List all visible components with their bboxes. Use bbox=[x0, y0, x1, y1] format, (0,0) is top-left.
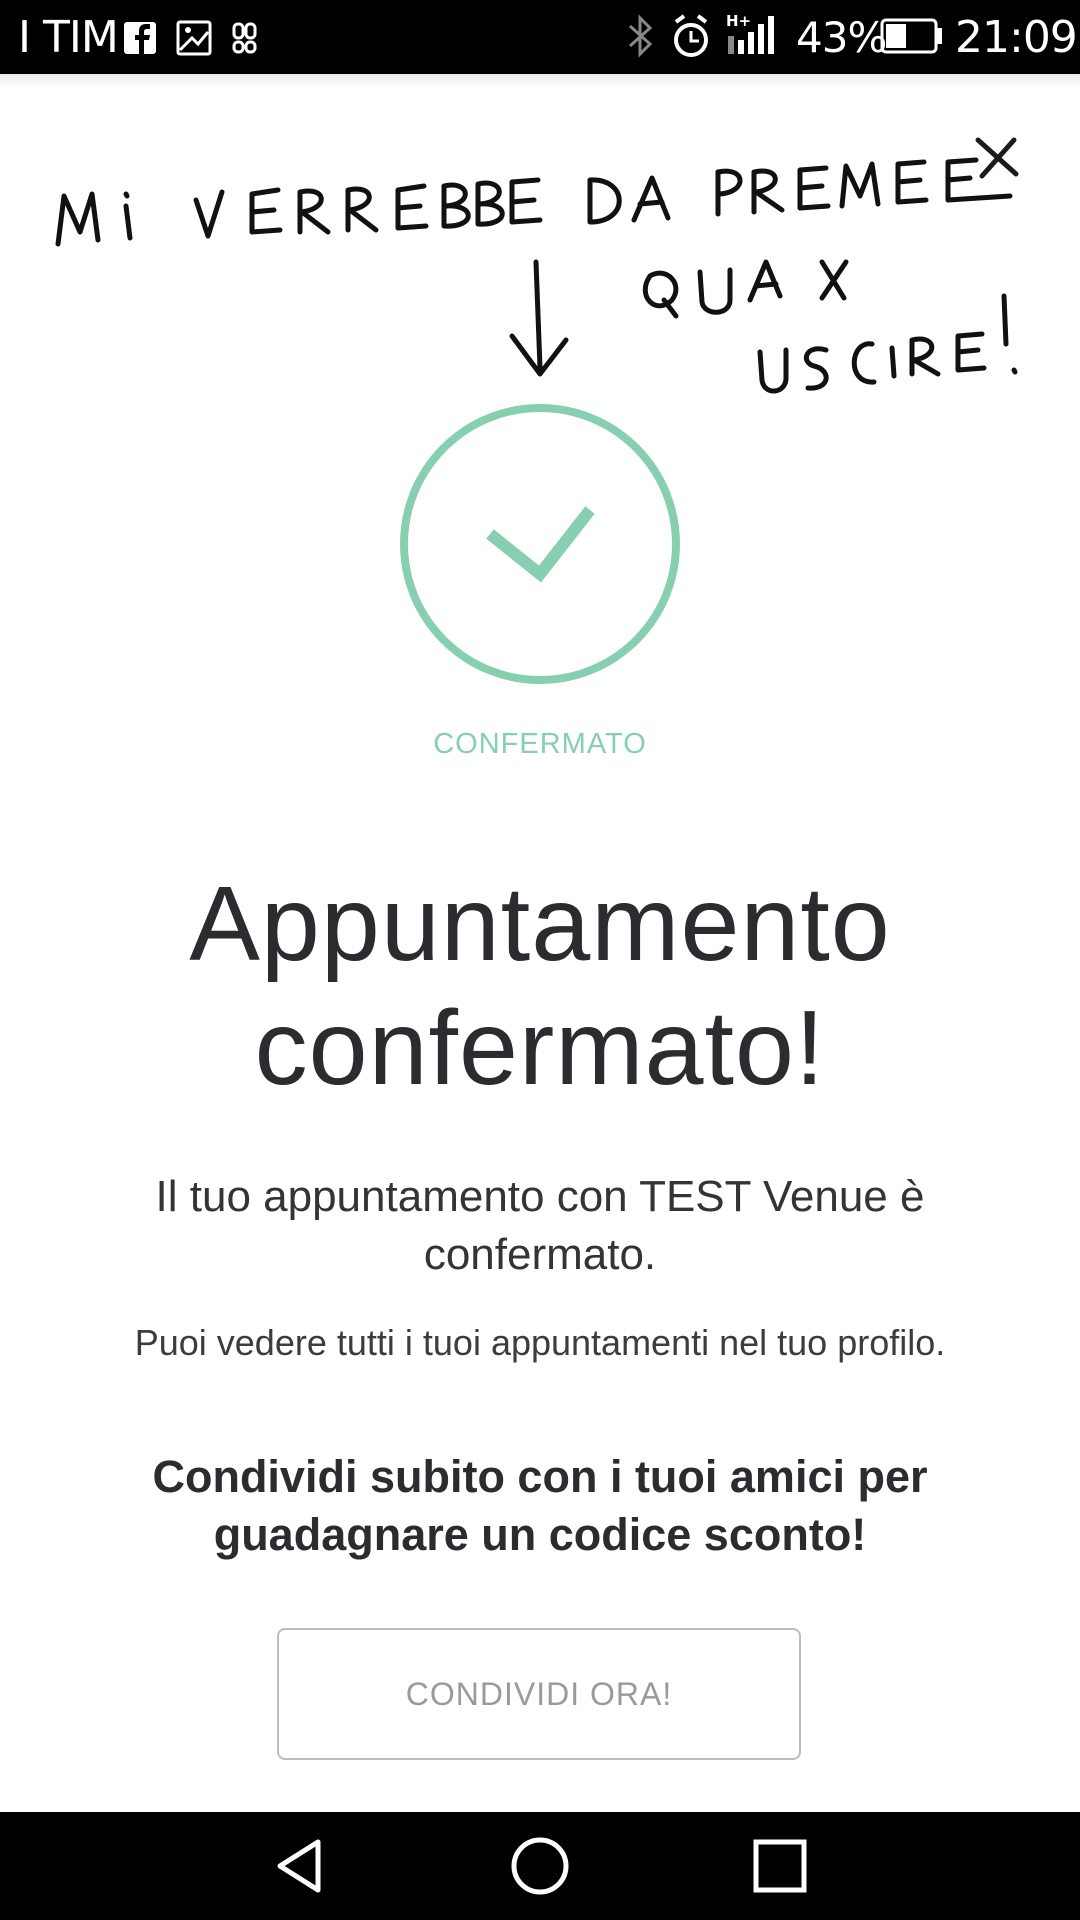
gallery-icon bbox=[176, 20, 212, 56]
bluetooth-icon bbox=[628, 14, 653, 58]
share-prompt: Condividi subito con i tuoi amici per gu… bbox=[152, 1451, 928, 1560]
profile-note: Puoi vedere tutti i tuoi appuntamenti ne… bbox=[134, 1322, 946, 1363]
signal-hplus-icon: H+ bbox=[726, 12, 774, 54]
android-notification-icon bbox=[232, 22, 257, 54]
check-circle-icon bbox=[400, 404, 680, 684]
page-title: Appuntamento confermato! bbox=[189, 865, 891, 1107]
confirmation-message: Il tuo appuntamento con TEST Venue è con… bbox=[155, 1172, 925, 1279]
svg-text:H+: H+ bbox=[726, 12, 751, 30]
navigation-bar bbox=[0, 1812, 1080, 1920]
status-label: CONFERMATO bbox=[433, 728, 647, 760]
back-icon[interactable] bbox=[268, 1834, 332, 1898]
alarm-icon bbox=[674, 14, 708, 57]
clock-time: 21:09 bbox=[955, 12, 1078, 63]
confirmation-screen: I TIM H+ 43% 21:09 CONFERMATO Appuntamen… bbox=[0, 0, 1080, 1920]
notification-icons bbox=[124, 20, 257, 56]
recents-icon[interactable] bbox=[748, 1834, 812, 1898]
home-icon[interactable] bbox=[508, 1834, 572, 1898]
share-now-button[interactable]: CONDIVIDI ORA! bbox=[277, 1628, 801, 1760]
facebook-icon bbox=[124, 22, 156, 54]
app-bar-shadow bbox=[0, 74, 1080, 88]
status-bar: I TIM H+ 43% 21:09 bbox=[0, 0, 1080, 74]
battery-icon bbox=[880, 18, 942, 54]
close-icon[interactable] bbox=[972, 134, 1022, 184]
battery-percentage: 43% bbox=[796, 13, 887, 62]
carrier-name: I TIM bbox=[18, 12, 119, 63]
